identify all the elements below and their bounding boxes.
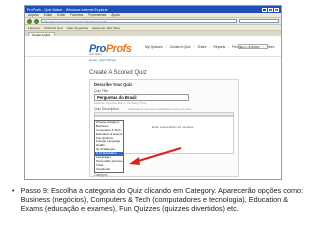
site-search-input[interactable]: Search: [238, 44, 268, 49]
maximize-icon[interactable]: □: [268, 7, 273, 12]
browser-nav-bar: http://www.proprofs.com/quiz-school/crea…: [25, 18, 281, 25]
editor-note: Enter a description for students: [152, 125, 194, 129]
caption-text: Passo 9: Escolha a categoria do Quiz cli…: [20, 186, 304, 213]
nav-my-quizzes[interactable]: My Quizzes: [145, 45, 163, 49]
menu-exibir[interactable]: Exibir: [57, 13, 65, 17]
logo-tagline: Quiz Maker: [89, 53, 103, 56]
quiz-title-hint: Example: Adventure Map or US History Tri…: [94, 102, 147, 105]
browser-title-bar: ProProfs - Quiz Maker - Windows Internet…: [25, 6, 281, 13]
quiz-description-label: Quiz Description: [94, 107, 119, 111]
red-arrow-icon: [129, 147, 182, 165]
category-dropdown[interactable]: Choose Category Business Computers & Tec…: [94, 120, 124, 173]
address-bar[interactable]: http://www.proprofs.com/quiz-school/crea…: [41, 18, 237, 24]
caption-bullet: • Passo 9: Escolha a categoria do Quiz c…: [12, 186, 312, 213]
breadcrumb[interactable]: Home › Quiz School: [89, 58, 116, 62]
favorites-link[interactable]: Favoritos: [28, 26, 40, 30]
menu-ajuda[interactable]: Ajuda: [111, 13, 119, 17]
browser-screenshot: ProProfs - Quiz Maker - Windows Internet…: [24, 5, 282, 180]
nav-share[interactable]: Share: [197, 45, 206, 49]
section-title: Describe Your Quiz: [94, 82, 133, 87]
quiz-title-label: Quiz Title: [94, 89, 109, 93]
browser-tab[interactable]: Create A Quiz: [28, 32, 55, 37]
bullet-icon: •: [12, 186, 15, 195]
menu-ferramentas[interactable]: Ferramentas: [88, 13, 106, 17]
favorites-link[interactable]: ProProfs Quiz: [44, 26, 63, 30]
browser-tab-strip: Create A Quiz: [25, 31, 281, 37]
menu-favoritos[interactable]: Favoritos: [70, 13, 83, 17]
nav-reports[interactable]: Reports: [213, 45, 225, 49]
page-title: Create A Scored Quiz: [89, 70, 147, 76]
back-icon[interactable]: [27, 18, 32, 24]
close-icon[interactable]: ×: [274, 7, 279, 12]
category-label: Category: [94, 173, 108, 177]
favorites-link[interactable]: Sites Sugeridos: [67, 26, 88, 30]
forward-icon[interactable]: [34, 18, 39, 24]
window-title: ProProfs - Quiz Maker - Windows Internet…: [27, 7, 108, 12]
category-option[interactable]: Vocational: [95, 168, 123, 172]
site-header: ProProfs Quiz Maker My Quizzes | Create A…: [25, 41, 281, 57]
web-page: ProProfs Quiz Maker My Quizzes | Create A…: [25, 41, 281, 179]
nav-create-quiz[interactable]: Create A Quiz: [170, 45, 191, 49]
favorites-link[interactable]: Galeria do Web Slice: [92, 26, 120, 30]
menu-arquivo[interactable]: Arquivo: [28, 13, 39, 17]
browser-search-box[interactable]: [239, 18, 279, 24]
menu-editar[interactable]: Editar: [44, 13, 52, 17]
quiz-description-hint: (Optional) You can enter a description o…: [128, 108, 192, 111]
quiz-title-input[interactable]: Perguntas do Brasil: [94, 94, 189, 101]
minimize-icon[interactable]: _: [262, 7, 267, 12]
